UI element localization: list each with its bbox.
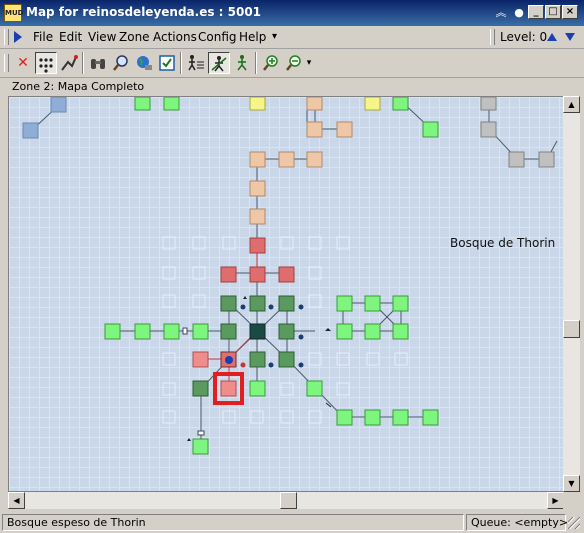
app-icon: MUD [4, 4, 23, 22]
level-indicator: Level: 0 [500, 30, 548, 44]
blue-rooms [22, 97, 67, 139]
menu-overflow-icon[interactable]: ▾ [272, 31, 277, 42]
menu-help[interactable]: Help [239, 30, 266, 44]
title-bar: MUD Map for reinosdeleyenda.es : 5001 ︽ … [0, 0, 584, 26]
horizontal-scrollbar[interactable]: ◀ ▶ [8, 492, 564, 509]
status-room-name: Bosque espeso de Thorin [2, 514, 464, 531]
walk-list-icon[interactable] [185, 52, 207, 74]
menu-config[interactable]: Config [198, 30, 237, 44]
toolbar-separator [180, 52, 182, 74]
walk-icon[interactable] [208, 52, 230, 74]
toolbar-separator [82, 52, 84, 74]
green-rooms [104, 97, 439, 455]
menu-edit[interactable]: Edit [59, 30, 82, 44]
status-queue: Queue: <empty> [466, 514, 568, 531]
menu-bar: File Edit View Zone Actions Config Help … [0, 26, 584, 49]
toolbar-grip [4, 54, 9, 72]
map-canvas[interactable]: Bosque de Thorin [8, 96, 564, 492]
collapse-up-icon[interactable]: ︽ [494, 6, 508, 20]
close-button[interactable]: × [562, 5, 578, 19]
checkbox-icon[interactable] [156, 52, 178, 74]
pathfind-icon[interactable] [58, 52, 80, 74]
window-title: Map for reinosdeleyenda.es : 5001 [26, 5, 262, 19]
status-bar: Bosque espeso de Thorin Queue: <empty> [0, 512, 584, 533]
exit-marker-red [240, 362, 246, 368]
gray-rooms [480, 97, 555, 168]
area-label: Bosque de Thorin [450, 236, 555, 250]
map-drawing[interactable]: Bosque de Thorin [9, 97, 564, 492]
toolbar-separator [255, 52, 257, 74]
zoom-out-icon[interactable] [283, 52, 305, 74]
scroll-corner [563, 492, 580, 509]
vertical-scroll-thumb[interactable] [563, 320, 580, 338]
scroll-up-button[interactable]: ▲ [563, 96, 580, 113]
menu-arrow-icon [14, 31, 22, 43]
delete-icon[interactable]: ✕ [12, 52, 34, 74]
walker-icon[interactable] [231, 52, 253, 74]
level-grip [490, 29, 495, 45]
menu-grip [4, 29, 9, 45]
maximize-button[interactable]: □ [545, 5, 561, 19]
minimize-button[interactable]: _ [528, 5, 544, 19]
zone-label: Zone 2: Mapa Completo [12, 80, 145, 93]
level-up-icon[interactable] [547, 33, 557, 41]
bell-icon[interactable]: ● [512, 6, 526, 20]
grid-icon[interactable] [35, 52, 57, 74]
binoculars-icon[interactable] [87, 52, 109, 74]
scroll-right-button[interactable]: ▶ [547, 492, 564, 509]
level-down-icon[interactable] [565, 33, 575, 41]
zoom-dropdown-icon[interactable]: ▾ [303, 52, 315, 74]
menu-actions[interactable]: Actions [153, 30, 197, 44]
globe-icon[interactable] [133, 52, 155, 74]
horizontal-scroll-thumb[interactable] [280, 492, 297, 509]
resize-grip-icon[interactable] [568, 517, 580, 529]
zoom-in-icon[interactable] [260, 52, 282, 74]
menu-zone[interactable]: Zone [119, 30, 150, 44]
scroll-left-button[interactable]: ◀ [8, 492, 25, 509]
zone-header: Zone 2: Mapa Completo [8, 79, 580, 95]
scroll-down-button[interactable]: ▼ [563, 475, 580, 492]
menu-view[interactable]: View [88, 30, 116, 44]
find-icon[interactable] [110, 52, 132, 74]
center-room [249, 323, 266, 340]
toolbar: ✕ ▾ [0, 49, 584, 78]
menu-file[interactable]: File [33, 30, 53, 44]
tan-rooms [249, 97, 353, 225]
player-marker-icon [225, 356, 233, 364]
vertical-scrollbar[interactable]: ▲ ▼ [563, 96, 580, 492]
